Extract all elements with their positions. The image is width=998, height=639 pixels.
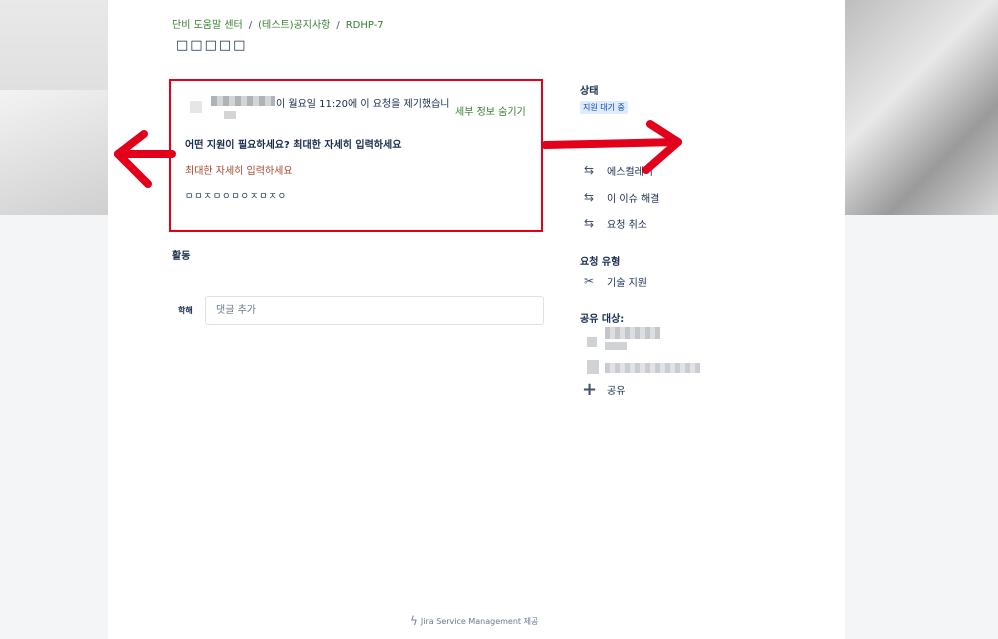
request-type: ✂ 기술 지원: [582, 272, 647, 290]
commenter-avatar: 학해: [178, 306, 193, 315]
field-value: ㅁㅁㅈㅁㅇㅁㅇㅈㅁㅈㅇ: [185, 192, 288, 202]
breadcrumb-separator: /: [336, 20, 340, 31]
hide-details-link[interactable]: 세부 정보 숨기기: [455, 103, 526, 118]
transition-arrows-icon: ⇆: [583, 216, 595, 230]
action-label: 이 이슈 해결: [607, 193, 660, 205]
footer: ϟ Jira Service Management 제공: [410, 614, 538, 628]
raised-by-text: 이 월요일 11:20에 이 요청을 제기했습니: [276, 99, 450, 110]
request-panel: 단비 도움말 센터 / (테스트)공지사항 / RDHP-7 □□□□□ 이 월요일 1…: [108, 0, 845, 639]
participant-name-redacted: [605, 342, 627, 350]
reporter-name-redacted: [211, 96, 275, 106]
field-label: 어떤 지원이 필요하세요? 최대한 자세히 입력하세요: [185, 140, 402, 151]
share-heading: 공유 대상:: [580, 314, 625, 325]
action-resolve[interactable]: ⇆ 이 이슈 해결: [582, 188, 659, 206]
background-image-left: [0, 90, 110, 215]
avatar: [190, 101, 202, 113]
status-badge: 지원 대기 중: [580, 101, 628, 114]
participant-avatar: [587, 337, 597, 347]
action-cancel-request[interactable]: ⇆ 요청 취소: [582, 214, 647, 232]
request-type-label: 기술 지원: [607, 277, 647, 289]
left-arrow-annotation: [114, 130, 176, 188]
tools-icon: ✂: [583, 274, 595, 288]
status-heading: 상태: [580, 86, 599, 97]
participant-avatar: [587, 360, 599, 374]
field-help-text: 최대한 자세히 입력하세요: [185, 166, 293, 177]
participant-name-redacted: [605, 327, 660, 339]
transition-arrows-icon: ⇆: [583, 190, 595, 204]
powered-by-text: Jira Service Management 제공: [420, 616, 539, 626]
background-image-right: [845, 0, 998, 215]
participant-email-redacted: [605, 363, 700, 373]
breadcrumb-separator: /: [248, 20, 253, 31]
right-arrow-annotation: [541, 120, 682, 174]
breadcrumb: 단비 도움말 센터 / (테스트)공지사항 / RDHP-7: [172, 16, 384, 31]
reporter-name-redacted: [224, 111, 236, 119]
share-button[interactable]: + 공유: [582, 378, 626, 400]
plus-icon: +: [582, 378, 598, 400]
activity-heading: 활동: [172, 251, 191, 262]
share-label: 공유: [607, 385, 626, 397]
lightning-bolt-icon: ϟ: [410, 614, 418, 628]
page-title: □□□□□: [176, 38, 248, 53]
breadcrumb-help-center[interactable]: 단비 도움말 센터: [172, 20, 243, 31]
breadcrumb-issue-key[interactable]: RDHP-7: [346, 20, 384, 31]
request-type-heading: 요청 유형: [580, 257, 621, 268]
breadcrumb-portal[interactable]: (테스트)공지사항: [258, 20, 330, 31]
comment-input[interactable]: [205, 296, 544, 325]
action-label: 요청 취소: [607, 219, 647, 231]
